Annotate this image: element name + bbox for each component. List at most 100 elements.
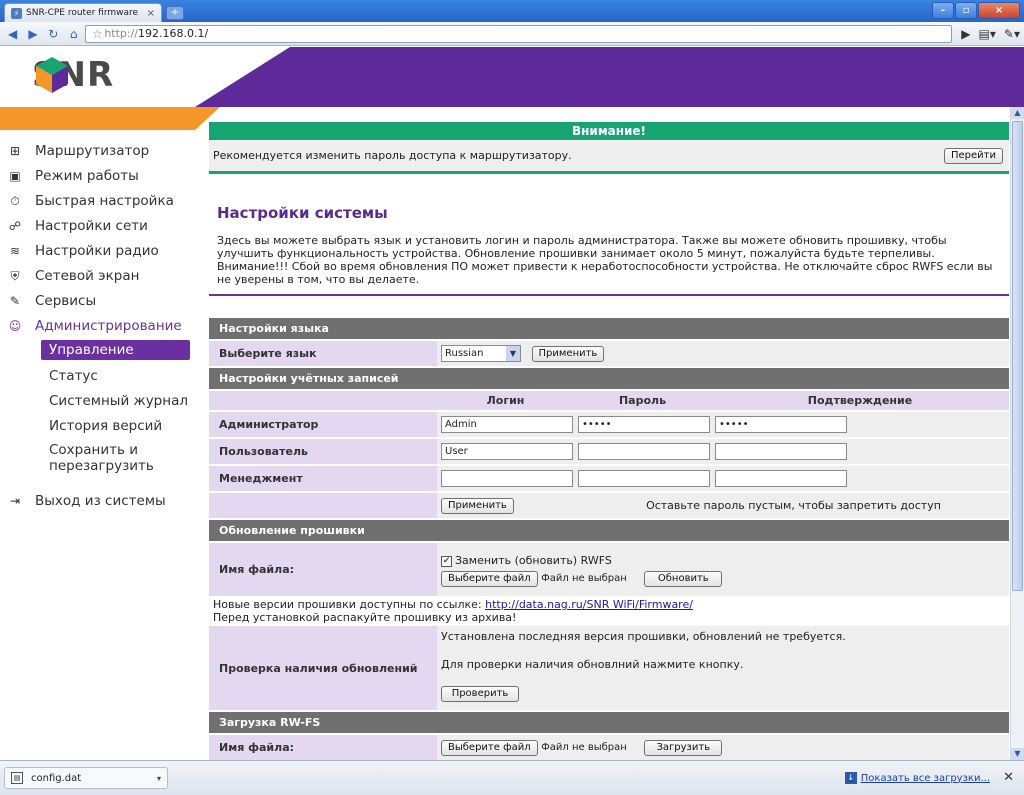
- page-description: Здесь вы можете выбрать язык и установит…: [217, 234, 993, 286]
- sidebar-item-label: Быстрая настройка: [35, 192, 174, 209]
- rwfs-file-label: Имя файла:: [209, 735, 437, 760]
- address-bar[interactable]: ☆ http://192.168.0.1/: [85, 24, 953, 43]
- wifi-icon: ≋: [9, 243, 21, 258]
- mode-icon: ▣: [9, 168, 21, 183]
- col-password: Пароль: [574, 391, 711, 410]
- url-scheme: http://: [104, 27, 139, 40]
- update-check-status: Установлена последняя версия прошивки, о…: [441, 630, 846, 643]
- go-icon[interactable]: ▶: [961, 27, 970, 41]
- reload-button[interactable]: ↻: [45, 25, 62, 43]
- stopwatch-icon: ⏱: [10, 193, 20, 208]
- sidebar-subitem-status[interactable]: Статус: [0, 363, 196, 388]
- rwfs-choose-file-button[interactable]: Выберите файл: [441, 739, 538, 756]
- scroll-down-icon[interactable]: ▼: [1011, 748, 1024, 760]
- chevron-down-icon[interactable]: ▾: [157, 774, 161, 783]
- forward-button[interactable]: ▶: [24, 25, 41, 43]
- back-button[interactable]: ◀: [4, 25, 21, 43]
- close-downloads-icon[interactable]: ✕: [1003, 770, 1014, 785]
- section-header-language: Настройки языка: [209, 318, 1009, 339]
- maximize-button[interactable]: ▫: [955, 2, 977, 19]
- firmware-update-button[interactable]: Обновить: [644, 571, 723, 587]
- favicon-icon: ⚡: [11, 7, 22, 19]
- alert-text: Рекомендуется изменить пароль доступа к …: [213, 149, 572, 162]
- network-icon: ☍: [8, 218, 22, 233]
- rwfs-checkbox[interactable]: ✔: [441, 555, 452, 567]
- downloads-bar: ▤ config.dat ▾ ↓ Показать все загрузки..…: [0, 760, 1024, 795]
- sidebar-item-logout[interactable]: ⇥ Выход из системы: [0, 488, 196, 513]
- sidebar-item-radio[interactable]: ≋ Настройки радио: [0, 238, 196, 263]
- page-header: SNR: [0, 47, 1024, 130]
- wrench-icon: ✎: [9, 293, 21, 308]
- sidebar-item-label: Выход из системы: [35, 492, 166, 509]
- update-check-hint: Для проверки наличия обновлний нажмите к…: [441, 658, 744, 671]
- scroll-up-icon[interactable]: ▲: [1011, 107, 1024, 119]
- download-file-name: config.dat: [31, 772, 82, 784]
- browser-titlebar: ⚡ SNR-CPE router firmware × + – ▫ ×: [0, 0, 1024, 22]
- admin-confirm-input[interactable]: •••••: [715, 416, 847, 433]
- url-host: 192.168.0.1/: [138, 27, 209, 40]
- page-scrollbar[interactable]: ▲ ▼: [1010, 107, 1024, 760]
- update-check-button[interactable]: Проверить: [441, 686, 519, 702]
- home-button[interactable]: ⌂: [65, 25, 82, 43]
- file-icon: ▤: [11, 772, 23, 784]
- sidebar-subitem-management[interactable]: Управление: [41, 340, 190, 360]
- sidebar-item-label: Администрирование: [35, 317, 182, 334]
- browser-toolbar: ◀ ▶ ↻ ⌂ ☆ http://192.168.0.1/ ▶ ▤▾ ✎▾: [0, 22, 1024, 46]
- accounts-hint: Оставьте пароль пустым, чтобы запретить …: [574, 493, 1009, 518]
- show-all-downloads-link[interactable]: ↓ Показать все загрузки...: [844, 772, 990, 784]
- user-password-input[interactable]: [578, 443, 710, 460]
- snr-logo: SNR: [32, 55, 114, 95]
- firmware-note-unpack: Перед установкой распакуйте прошивку из …: [213, 611, 517, 624]
- logout-icon: ⇥: [9, 493, 21, 508]
- firmware-download-link[interactable]: http://data.nag.ru/SNR WiFi/Firmware/: [485, 598, 693, 611]
- language-select[interactable]: Russian ▼: [441, 345, 521, 362]
- page-menu-icon[interactable]: ▤▾: [979, 27, 996, 41]
- user-confirm-input[interactable]: [715, 443, 847, 460]
- sidebar-subitem-version-history[interactable]: История версий: [0, 413, 196, 438]
- language-selected: Russian: [445, 348, 484, 359]
- scroll-thumb[interactable]: [1012, 121, 1023, 591]
- sidebar-item-router[interactable]: ⊞ Маршрутизатор: [0, 138, 196, 163]
- router-icon: ⊞: [9, 143, 21, 158]
- accounts-apply-button[interactable]: Применить: [441, 497, 514, 514]
- wrench-menu-icon[interactable]: ✎▾: [1004, 27, 1020, 41]
- firmware-choose-file-button[interactable]: Выберите файл: [441, 571, 538, 587]
- alert-go-button[interactable]: Перейти: [944, 147, 1003, 164]
- snr-logo-icon: [36, 57, 68, 93]
- divider: [209, 294, 1009, 296]
- update-check-label: Проверка наличия обновлений: [209, 626, 437, 710]
- admin-login-input[interactable]: Admin: [441, 416, 573, 433]
- accounts-apply-cell: [209, 493, 437, 518]
- mgmt-password-input[interactable]: [578, 470, 710, 487]
- section-header-accounts: Настройки учётных записей: [209, 368, 1009, 389]
- download-item[interactable]: ▤ config.dat ▾: [4, 767, 168, 789]
- firmware-file-label: Имя файла:: [209, 543, 437, 596]
- new-tab-button[interactable]: +: [166, 6, 184, 20]
- sidebar-item-network[interactable]: ☍ Настройки сети: [0, 213, 196, 238]
- sidebar-item-mode[interactable]: ▣ Режим работы: [0, 163, 196, 188]
- sidebar-subitem-save-reboot[interactable]: Сохранить и перезагрузить: [0, 438, 154, 478]
- sidebar-item-label: Сетевой экран: [35, 267, 140, 284]
- rwfs-upload-button[interactable]: Загрузить: [644, 739, 723, 756]
- tab-close-icon[interactable]: ×: [147, 8, 155, 19]
- close-window-button[interactable]: ×: [978, 2, 1020, 19]
- admin-icon: ☺: [8, 318, 22, 333]
- sidebar-item-firewall[interactable]: ⛨ Сетевой экран: [0, 263, 196, 288]
- mgmt-login-input[interactable]: [441, 470, 573, 487]
- browser-tab[interactable]: ⚡ SNR-CPE router firmware ×: [4, 3, 162, 22]
- language-apply-button[interactable]: Применить: [531, 346, 605, 362]
- section-header-rwfs: Загрузка RW-FS: [209, 712, 1009, 733]
- mgmt-confirm-input[interactable]: [715, 470, 847, 487]
- account-label-management: Менеджмент: [209, 466, 437, 491]
- col-login: Логин: [437, 391, 574, 410]
- sidebar-item-services[interactable]: ✎ Сервисы: [0, 288, 196, 313]
- sidebar-item-administration[interactable]: ☺ Администрирование: [0, 313, 196, 338]
- sidebar-item-label: Настройки радио: [35, 242, 159, 259]
- shield-icon: ⛨: [10, 268, 20, 283]
- sidebar-item-quick-setup[interactable]: ⏱ Быстрая настройка: [0, 188, 196, 213]
- minimize-button[interactable]: –: [932, 2, 954, 19]
- admin-password-input[interactable]: •••••: [578, 416, 710, 433]
- sidebar-subitem-syslog[interactable]: Системный журнал: [0, 388, 196, 413]
- star-icon[interactable]: ☆: [90, 25, 104, 43]
- user-login-input[interactable]: User: [441, 443, 573, 460]
